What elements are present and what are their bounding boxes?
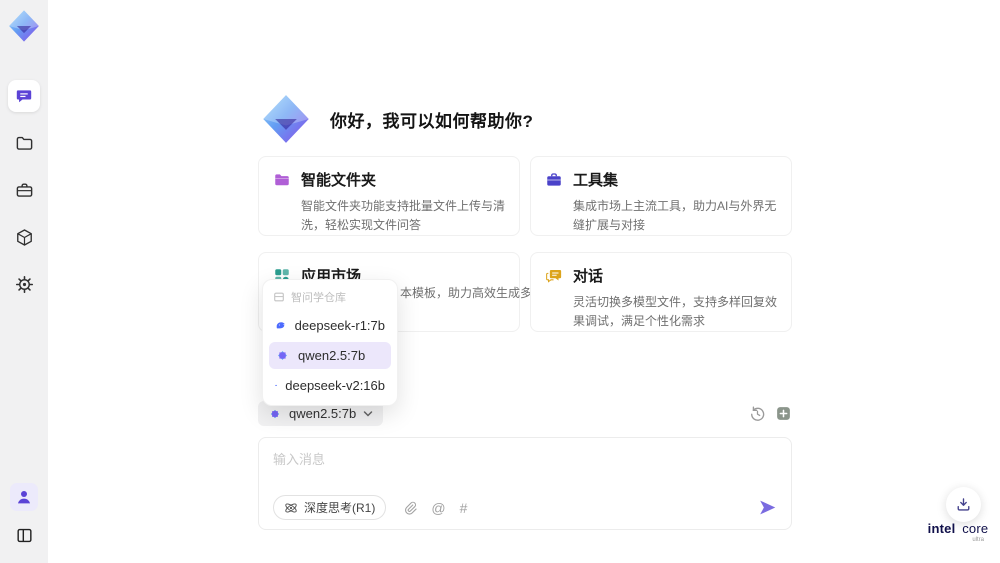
model-option-label: qwen2.5:7b: [298, 348, 366, 363]
model-dropdown-header-label: 智问学仓库: [291, 292, 346, 304]
qwen-star-icon: [278, 351, 287, 360]
cube-icon: [16, 228, 32, 246]
card-smart-folder[interactable]: 智能文件夹 智能文件夹功能支持批量文件上传与清洗，轻松实现文件问答: [258, 156, 520, 236]
card-toolset[interactable]: 工具集 集成市场上主流工具，助力AI与外界无缝扩展与对接: [530, 156, 792, 236]
composer: 深度思考(R1) @ #: [258, 437, 792, 530]
panel-icon: [16, 528, 32, 542]
chevron-down-icon: [363, 410, 373, 417]
model-option-deepseek-v2[interactable]: deepseek-v2:16b: [269, 372, 391, 399]
sidebar-item-chat[interactable]: [8, 80, 40, 112]
deep-think-toggle[interactable]: 深度思考(R1): [273, 495, 387, 520]
message-input[interactable]: [273, 449, 777, 491]
repository-icon: [274, 292, 284, 302]
model-dropdown-header: 智问学仓库: [269, 286, 391, 309]
atom-icon: [285, 502, 297, 513]
app-window: 你好，我可以如何帮助你? 智能文件夹 智能文件夹功能支持批量文件上传与清洗，轻松…: [0, 0, 1000, 563]
briefcase-icon: [16, 182, 32, 197]
download-icon: [957, 498, 970, 511]
model-option-deepseek-r1[interactable]: deepseek-r1:7b: [269, 312, 391, 339]
folder-icon: [16, 136, 32, 150]
sidebar-item-collapse[interactable]: [8, 519, 40, 551]
send-button[interactable]: [758, 498, 777, 517]
gear-icon: [15, 275, 33, 293]
briefcase-icon: [547, 172, 561, 186]
hash-icon[interactable]: #: [460, 500, 468, 516]
ultra-wordmark: ultra: [972, 537, 984, 543]
sidebar-item-models[interactable]: [8, 221, 40, 253]
deepseek-whale-icon: [276, 322, 285, 329]
sidebar-item-toolset[interactable]: [8, 174, 40, 206]
qwen-star-icon: [270, 409, 280, 418]
user-icon: [18, 491, 30, 504]
app-logo-gem-icon: [263, 95, 309, 143]
sidebar-item-settings[interactable]: [8, 268, 40, 300]
model-dropdown: 智问学仓库 deepseek-r1:7b qwen2.5:7b deepseek…: [262, 279, 398, 406]
card-description: 本模板，助力高效生成多: [400, 286, 533, 300]
deepseek-whale-icon: [275, 384, 277, 387]
new-chat-button[interactable]: [775, 405, 792, 422]
deep-think-label: 深度思考(R1): [304, 501, 376, 515]
card-title: 工具集: [573, 172, 619, 189]
at-sign-icon[interactable]: @: [431, 500, 445, 516]
folder-icon: [275, 173, 289, 185]
app-logo-gem-icon: [9, 10, 39, 42]
model-option-label: deepseek-v2:16b: [285, 378, 385, 393]
intel-core-ultra-logo: intel core ultra: [926, 521, 990, 543]
sidebar-item-files[interactable]: [8, 127, 40, 159]
card-title: 智能文件夹: [301, 172, 377, 189]
chat-actions: [749, 405, 792, 422]
history-icon: [751, 406, 765, 421]
chat-bubbles-icon: [546, 269, 562, 283]
core-wordmark: core: [962, 521, 989, 536]
model-option-label: deepseek-r1:7b: [294, 318, 385, 333]
card-description: 集成市场上主流工具，助力AI与外界无缝扩展与对接: [573, 199, 777, 233]
send-icon: [760, 500, 776, 515]
sidebar: [0, 0, 48, 563]
greeting-title: 你好，我可以如何帮助你?: [330, 111, 534, 131]
composer-tools: @ #: [402, 500, 467, 516]
new-chat-plus-icon: [777, 407, 790, 420]
card-conversation[interactable]: 对话 灵活切换多模型文件，支持多样回复效果调试，满足个性化需求: [530, 252, 792, 332]
model-option-qwen[interactable]: qwen2.5:7b: [269, 342, 391, 369]
greeting: 你好，我可以如何帮助你?: [260, 93, 533, 145]
download-fab[interactable]: [946, 487, 981, 522]
sidebar-item-user[interactable]: [10, 483, 38, 511]
card-description: 灵活切换多模型文件，支持多样回复效果调试，满足个性化需求: [573, 295, 778, 329]
card-description: 智能文件夹功能支持批量文件上传与清洗，轻松实现文件问答: [301, 199, 506, 233]
history-button[interactable]: [749, 405, 766, 422]
chat-icon: [16, 90, 32, 103]
paperclip-icon[interactable]: [402, 500, 417, 515]
model-selector-label: qwen2.5:7b: [289, 406, 357, 421]
card-title: 对话: [573, 268, 604, 285]
intel-wordmark: intel: [927, 521, 956, 536]
composer-toolbar: 深度思考(R1) @ #: [273, 495, 777, 520]
